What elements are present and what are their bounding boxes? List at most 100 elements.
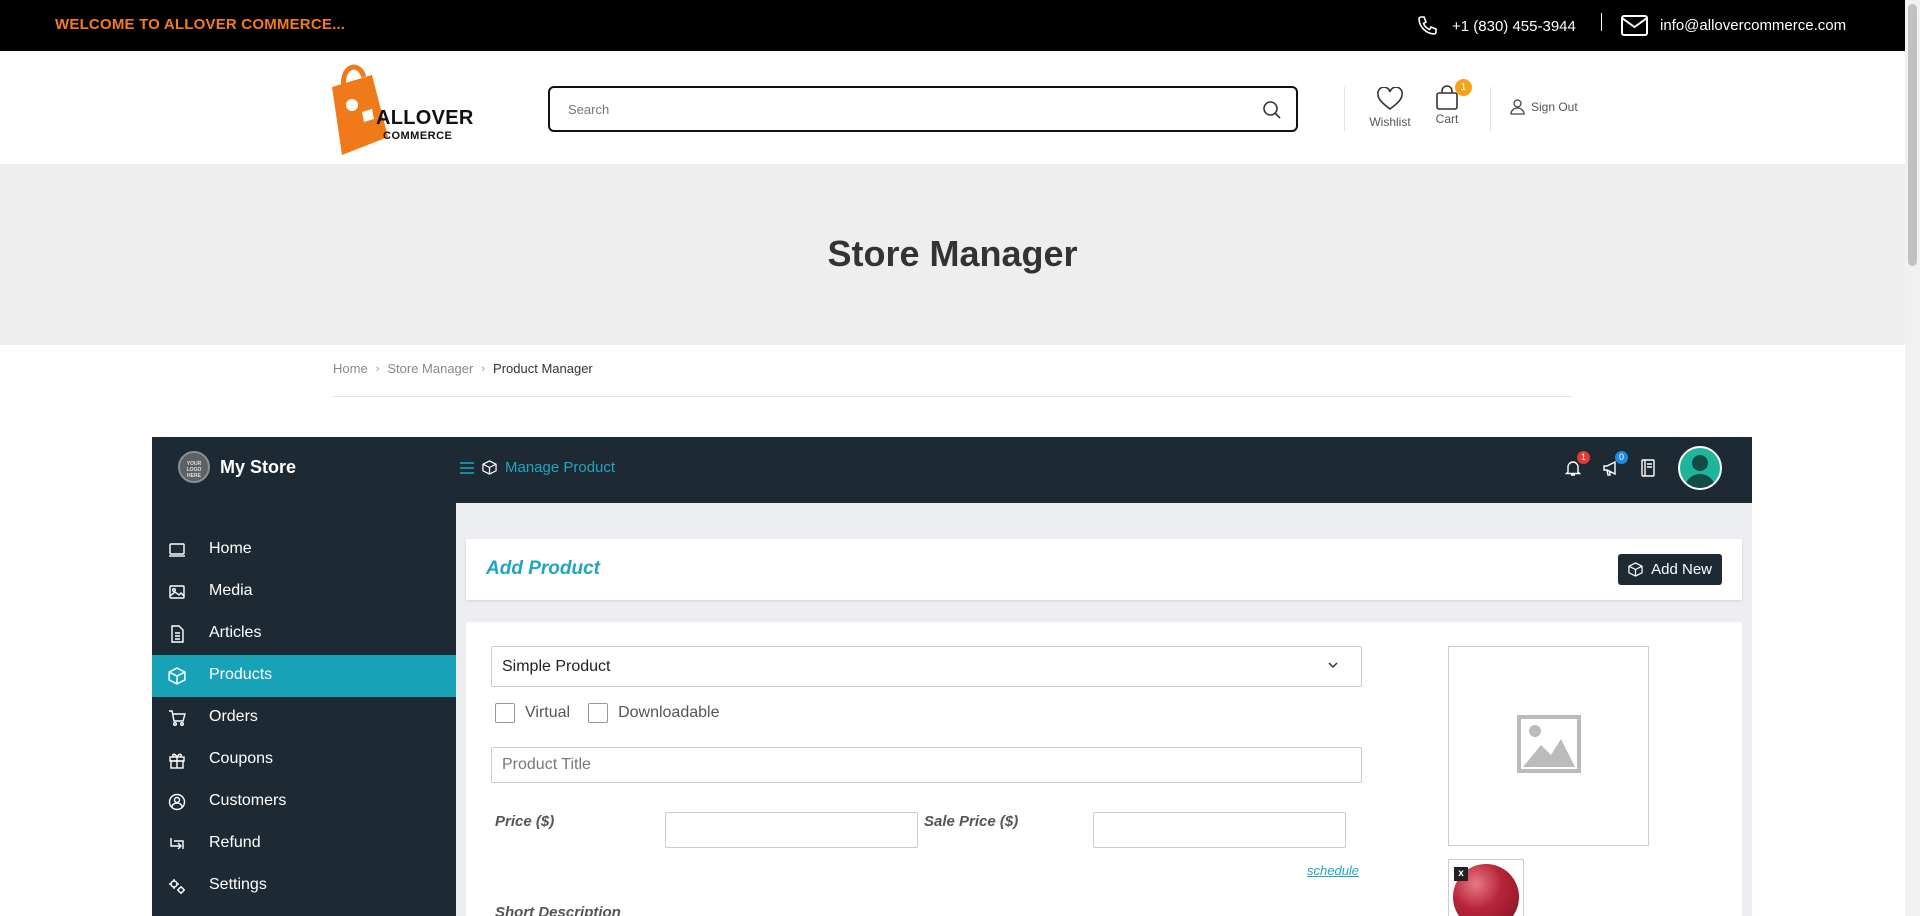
menu-icon[interactable]	[460, 461, 474, 474]
sidebar-item-products[interactable]: Products	[152, 655, 456, 697]
topbar-divider	[1601, 13, 1602, 31]
price-input[interactable]	[665, 812, 918, 848]
sale-price-input[interactable]	[1093, 812, 1346, 848]
chevron-right-icon: ›	[481, 362, 486, 375]
search-bar	[548, 86, 1298, 132]
gift-icon	[169, 753, 185, 769]
logo-text-commerce: COMMERCE	[383, 130, 453, 142]
document-icon	[171, 625, 184, 643]
sidebar-item-articles[interactable]: Articles	[152, 613, 456, 655]
featured-image-upload[interactable]	[1448, 646, 1649, 846]
sidebar-item-label: Refund	[209, 834, 261, 851]
user-avatar-icon	[1685, 455, 1715, 488]
email-contact[interactable]: info@allovercommerce.com	[1621, 12, 1846, 38]
cube-icon	[168, 667, 186, 685]
breadcrumb-store-manager[interactable]: Store Manager	[387, 361, 473, 376]
logo-text-allover: ALLOVER	[376, 107, 474, 129]
cube-icon	[482, 460, 497, 475]
announcement-badge: 0	[1615, 451, 1628, 464]
book-icon	[1641, 459, 1655, 477]
page: WELCOME TO ALLOVER COMMERCE... +1 (830) …	[0, 0, 1920, 916]
sidebar-item-label: Products	[209, 666, 273, 683]
sign-out-label: Sign Out	[1531, 100, 1578, 114]
page-title: Store Manager	[827, 233, 1078, 274]
gears-icon	[169, 879, 185, 894]
wishlist-link[interactable]: Wishlist	[1368, 86, 1412, 129]
sidebar-item-customers[interactable]: Customers	[152, 781, 456, 823]
announcements-button[interactable]: 0	[1602, 451, 1628, 477]
retweet-icon	[170, 838, 184, 850]
sidebar-item-label: Home	[209, 540, 252, 557]
panel-title: Add Product	[486, 558, 600, 579]
cube-icon	[1628, 562, 1643, 577]
monitor-icon	[169, 543, 185, 557]
gallery-thumbnail[interactable]: x	[1448, 859, 1524, 916]
sidebar-item-label: Customers	[209, 792, 287, 809]
cart-link[interactable]: 1 Cart	[1430, 79, 1472, 126]
phone-contact[interactable]: +1 (830) 455-3944	[1416, 12, 1576, 40]
product-form: Simple Product Virtual Downloadable Prod…	[466, 622, 1742, 916]
sale-price-label: Sale Price ($)	[924, 813, 1019, 830]
breadcrumb-home[interactable]: Home	[333, 361, 368, 376]
sidebar-item-orders[interactable]: Orders	[152, 697, 456, 739]
page-scrollbar[interactable]	[1905, 0, 1920, 916]
downloadable-checkbox[interactable]	[588, 703, 609, 723]
sidebar-item-refund[interactable]: Refund	[152, 823, 456, 865]
store-logo: YOUR LOGO HERE	[178, 451, 210, 483]
product-type-value: Simple Product	[502, 657, 611, 675]
image-placeholder-icon	[1517, 715, 1581, 773]
product-title-input[interactable]: Product Title	[491, 747, 1362, 783]
phone-number: +1 (830) 455-3944	[1452, 17, 1576, 35]
sidebar-item-label: Orders	[209, 708, 258, 725]
sidebar-item-media[interactable]: Media	[152, 571, 456, 613]
add-new-button[interactable]: Add New	[1618, 554, 1722, 585]
site-logo[interactable]: ALLOVER COMMERCE	[322, 57, 474, 157]
breadcrumb: Home › Store Manager › Product Manager	[333, 361, 593, 376]
knowledgebase-button[interactable]	[1640, 459, 1658, 477]
sidebar-item-label: Settings	[209, 876, 267, 893]
image-icon	[169, 585, 185, 599]
wishlist-label: Wishlist	[1369, 115, 1411, 129]
sidebar-item-home[interactable]: Home	[152, 529, 456, 571]
phone-icon	[1418, 16, 1437, 35]
sign-out-link[interactable]: Sign Out	[1510, 99, 1578, 115]
cart-label: Cart	[1435, 112, 1459, 126]
virtual-label: Virtual	[525, 704, 571, 721]
store-manager-topbar: YOUR LOGO HERE My Store Manage Product 1…	[152, 437, 1752, 503]
heart-icon	[1377, 86, 1403, 111]
top-bar: WELCOME TO ALLOVER COMMERCE... +1 (830) …	[0, 0, 1905, 51]
add-product-header: Add Product Add New	[466, 539, 1742, 600]
header-divider	[1344, 87, 1345, 131]
search-input[interactable]	[568, 100, 1228, 118]
price-label: Price ($)	[495, 813, 555, 830]
chevron-right-icon: ›	[375, 362, 380, 375]
product-type-select[interactable]: Simple Product	[491, 646, 1362, 687]
header-divider	[1490, 87, 1491, 131]
notification-badge: 1	[1577, 451, 1590, 464]
virtual-checkbox[interactable]	[495, 703, 515, 723]
breadcrumb-current: Product Manager	[493, 361, 593, 376]
sidebar-item-coupons[interactable]: Coupons	[152, 739, 456, 781]
schedule-link[interactable]: schedule	[1307, 863, 1359, 878]
store-brand[interactable]: YOUR LOGO HERE My Store	[178, 451, 296, 483]
page-hero: Store Manager	[0, 164, 1905, 345]
notifications-button[interactable]: 1	[1564, 451, 1590, 477]
product-options: Virtual Downloadable	[495, 703, 719, 723]
sidebar-item-settings[interactable]: Settings	[152, 865, 456, 907]
user-icon	[1510, 99, 1525, 115]
add-new-label: Add New	[1651, 561, 1712, 578]
profile-avatar[interactable]	[1678, 446, 1722, 490]
search-icon[interactable]	[1262, 100, 1282, 120]
scrollbar-thumb[interactable]	[1908, 4, 1917, 266]
sidebar-item-label: Coupons	[209, 750, 274, 767]
manage-product-link[interactable]: Manage Product	[460, 459, 615, 476]
store-name: My Store	[220, 456, 297, 477]
store-sidebar: Home Media Articles Products Orders Coup…	[152, 503, 456, 916]
remove-image-button[interactable]: x	[1454, 867, 1468, 881]
sidebar-item-label: Articles	[209, 624, 262, 641]
welcome-text: WELCOME TO ALLOVER COMMERCE...	[55, 16, 346, 33]
downloadable-label: Downloadable	[618, 704, 720, 721]
envelope-icon	[1621, 14, 1648, 36]
cart-count-badge: 1	[1455, 79, 1472, 96]
email-address: info@allovercommerce.com	[1660, 16, 1847, 34]
